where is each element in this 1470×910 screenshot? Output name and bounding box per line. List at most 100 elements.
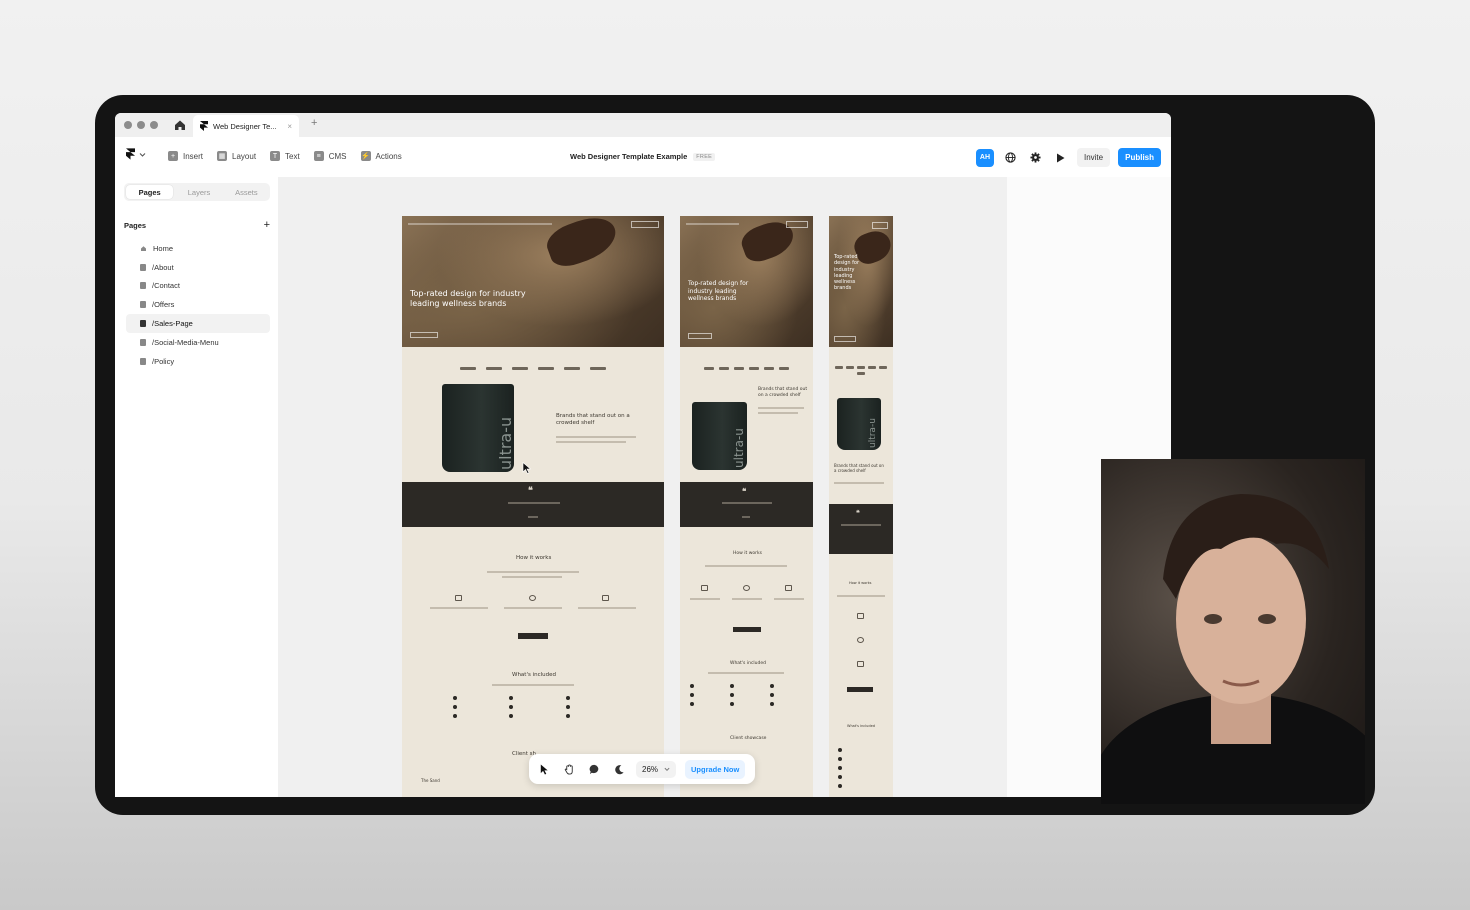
page-item-contact[interactable]: /Contact [126,277,270,296]
text-button[interactable]: T Text [270,151,300,161]
whats-included-title: What's included [730,661,766,666]
product-text-line [556,436,636,438]
how-text-line [837,595,885,597]
tab-pages[interactable]: Pages [126,185,174,199]
page-list: Home /About /Contact /Offers /Sales-Page [126,239,270,371]
globe-icon[interactable] [1002,149,1019,166]
home-icon [141,246,146,251]
tab-web-designer-template[interactable]: Web Designer Te... × [193,115,299,137]
page-label: /Offers [152,300,175,310]
how-cta-button[interactable] [847,687,873,692]
how-text-line [705,565,787,567]
toolbar-right: AH Invite Publish [975,148,1161,167]
hero-nav [408,223,553,225]
whats-included-title: What's included [847,724,875,728]
pages-section-title: Pages [124,221,147,230]
hero-cta-button[interactable] [410,332,438,338]
product-text-line [758,407,804,409]
insert-icon: + [168,151,178,161]
mouse-cursor-icon [522,462,531,474]
new-tab-button[interactable]: + [311,117,317,129]
pouch-brand: ultra-u [496,416,515,470]
comment-tool-icon[interactable] [586,761,602,777]
page-label: /Contact [152,281,180,291]
hero-section: Top-rated design for industry leading we… [680,216,813,347]
how-it-works-title: How it works [733,551,762,556]
hero-nav-button[interactable] [872,222,888,229]
actions-button[interactable]: ⚡ Actions [360,151,402,161]
list-bullet [453,714,457,718]
cms-label: CMS [328,151,347,161]
play-icon[interactable] [1052,149,1069,166]
how-cta-button[interactable] [733,627,761,632]
list-bullet [770,684,774,688]
toolbar-menu: + Insert ▦ Layout T Text ≡ CMS ⚡ Actions [168,151,402,161]
how-cta-button[interactable] [518,633,548,639]
hero-cta-button[interactable] [834,336,856,342]
gear-icon[interactable] [1027,149,1044,166]
lightbulb-icon [529,595,536,601]
select-tool-icon[interactable] [536,761,552,777]
avatar[interactable]: AH [975,148,994,167]
page-label: /About [152,262,174,272]
hero-nav-button[interactable] [786,221,808,228]
publish-button[interactable]: Publish [1118,148,1161,167]
zoom-dropdown[interactable]: 26% [636,760,677,778]
tab-assets[interactable]: Assets [223,183,270,201]
pouch-brand: ultra-u [732,428,746,468]
page-icon [140,338,146,346]
project-title-area[interactable]: Web Designer Template Example FREE [570,152,716,161]
page-item-social-media-menu[interactable]: /Social-Media-Menu [126,333,270,352]
page-item-about[interactable]: /About [126,258,270,277]
text-icon: T [270,151,281,161]
list-bullet [770,702,774,706]
hero-nav-button[interactable] [631,221,659,228]
add-page-button[interactable]: + [264,220,270,231]
hero-heading: Top-rated design for industry leading we… [834,254,860,292]
framer-menu-button[interactable] [126,148,146,160]
layout-button[interactable]: ▦ Layout [217,151,256,161]
tab-layers[interactable]: Layers [175,183,222,201]
zoom-level: 26% [642,764,659,774]
tab-title: Web Designer Te... [213,121,277,131]
page-item-policy[interactable]: /Policy [126,352,270,371]
cms-button[interactable]: ≡ CMS [313,151,347,161]
mobile-preview-frame[interactable]: Top-rated design for industry leading we… [829,216,893,797]
insert-button[interactable]: + Insert [168,151,203,161]
product-pouch-image: ultra-u [442,384,515,472]
maximize-window-button[interactable] [150,121,158,129]
page-item-home[interactable]: Home [126,239,270,258]
desktop-preview-frame[interactable]: Top-rated design for industry leading we… [402,216,664,797]
invite-button[interactable]: Invite [1076,148,1111,167]
page-icon [140,263,146,271]
tablet-preview-frame[interactable]: Top-rated design for industry leading we… [680,216,813,797]
hero-cta-button[interactable] [688,333,712,339]
page-item-offers[interactable]: /Offers [126,295,270,314]
home-icon[interactable] [173,118,187,132]
client-showcase-title: Client showcase [730,736,767,741]
editor-toolbar: + Insert ▦ Layout T Text ≡ CMS ⚡ Actions… [115,137,1171,177]
close-tab-icon[interactable]: × [287,122,292,131]
list-bullet [838,748,842,752]
hero-section: Top-rated design for industry leading we… [402,216,664,347]
canvas[interactable]: Top-rated design for industry leading we… [278,177,1171,797]
quote-text-line [722,502,772,504]
hero-heading: Top-rated design for industry leading we… [410,289,526,308]
minimize-window-button[interactable] [137,121,145,129]
upgrade-now-button[interactable]: Upgrade Now [685,759,746,779]
list-bullet [509,696,513,700]
page-item-sales-page[interactable]: /Sales-Page [126,314,270,333]
page-icon [140,320,146,328]
list-bullet [730,702,734,706]
testimonial-section: ❝ [829,504,893,554]
close-window-button[interactable] [124,121,132,129]
included-text-line [708,672,784,674]
quote-icon: ❝ [742,486,747,496]
moon-icon[interactable] [611,761,627,777]
product-heading: Brands that stand out on a crowded shelf [556,413,630,427]
hand-tool-icon[interactable] [561,761,577,777]
list-bullet [453,696,457,700]
layout-icon: ▦ [217,151,228,161]
product-heading: Brands that stand out on a crowded shelf [834,463,884,474]
text-label: Text [285,151,300,161]
